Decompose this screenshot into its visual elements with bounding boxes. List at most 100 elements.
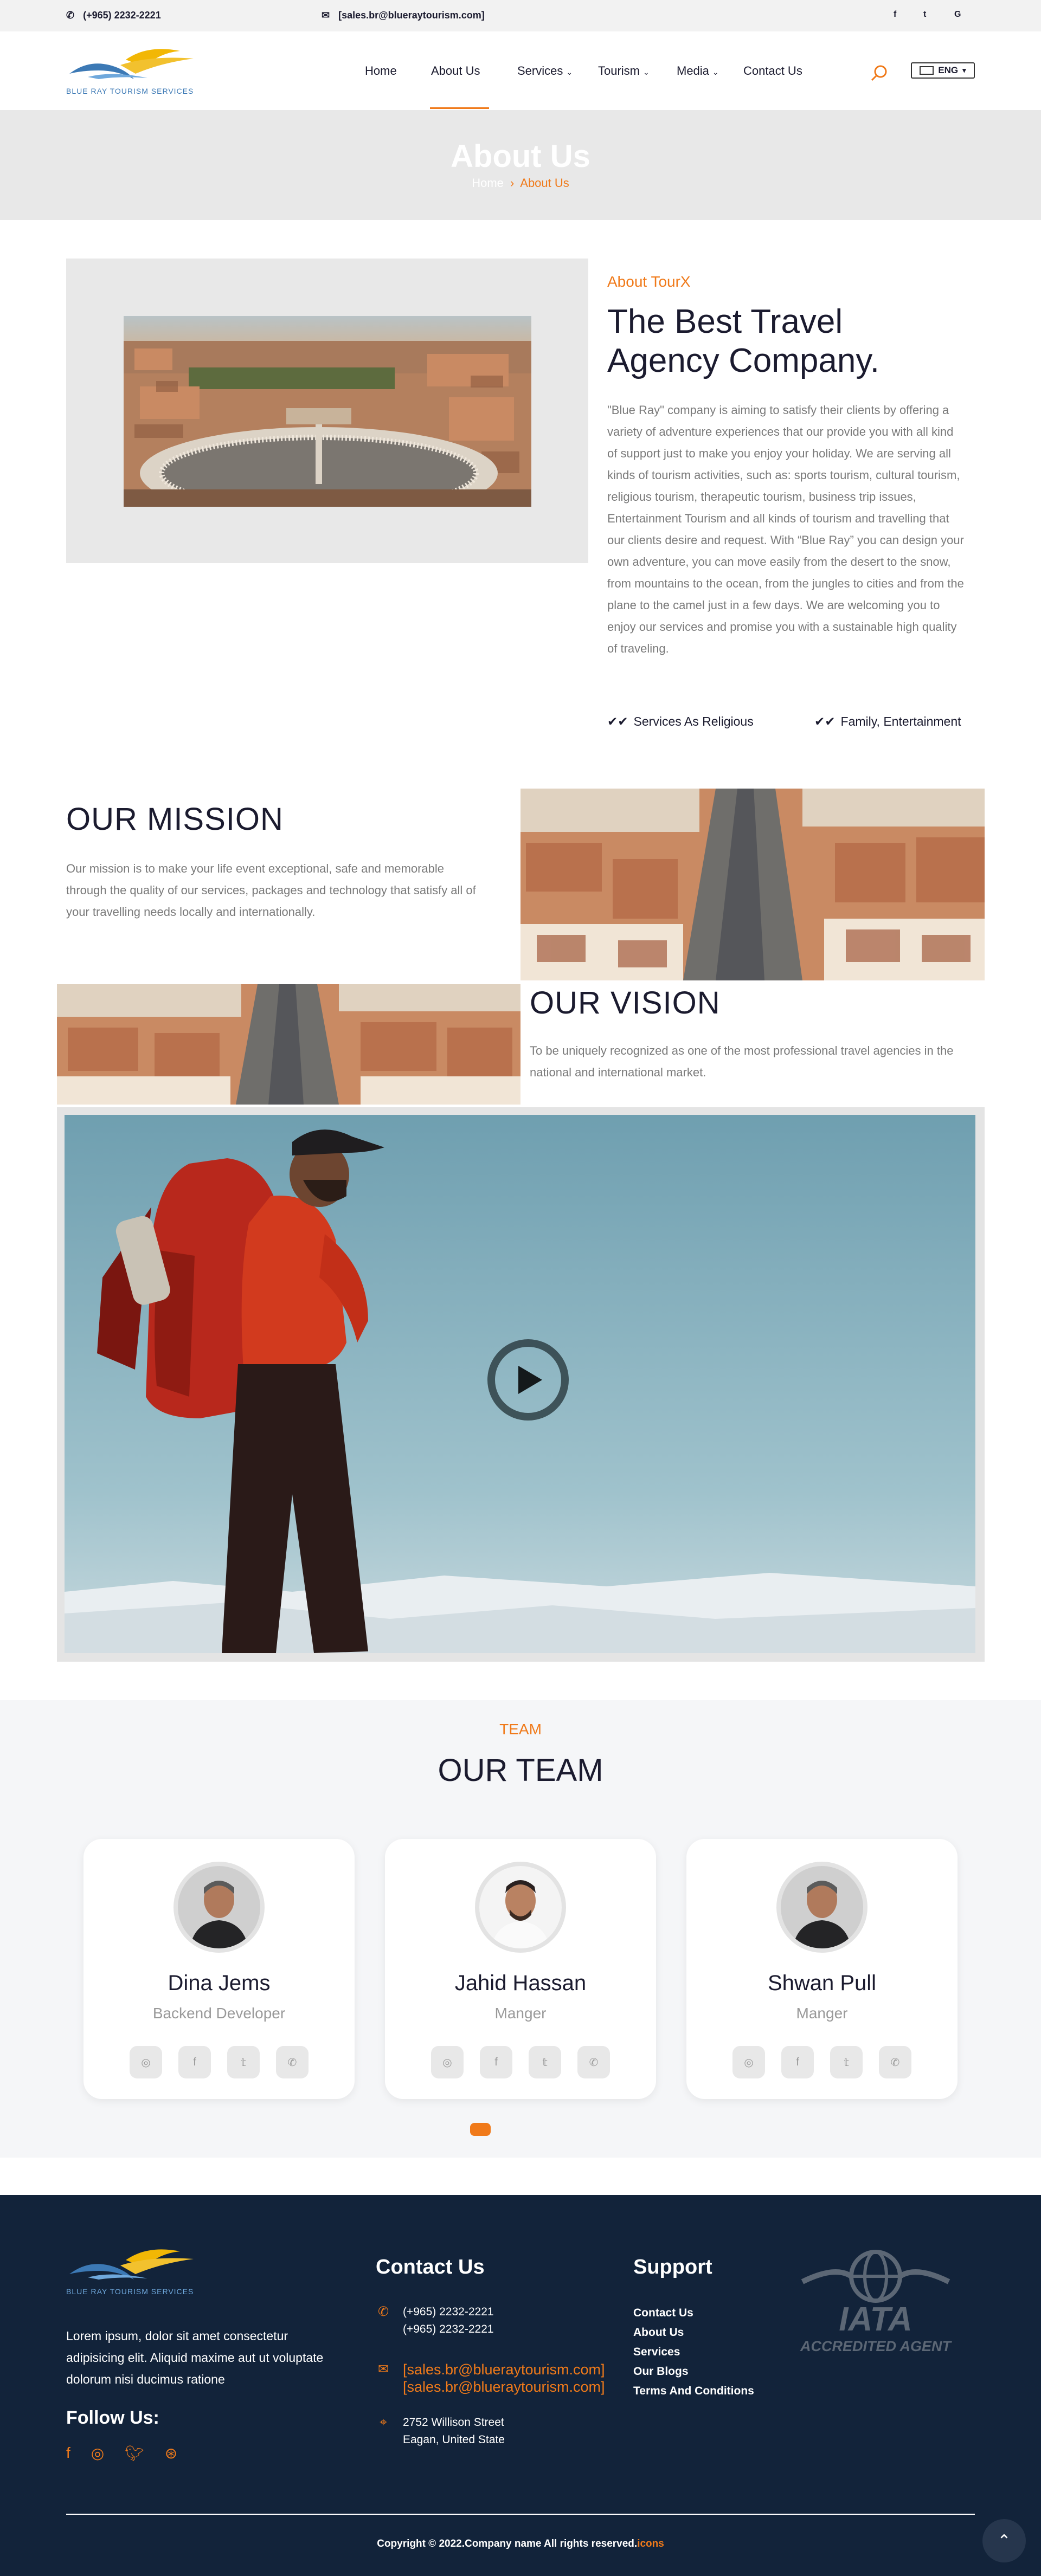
topbar-email[interactable]: ✉ [sales.br@blueraytourism.com] (322, 10, 485, 21)
double-check-icon: ✔✔ (607, 714, 628, 728)
topbar-email-text: [sales.br@blueraytourism.com] (338, 10, 485, 21)
contact-address-1: 2752 Willison Street (403, 2416, 504, 2429)
breadcrumb-home[interactable]: Home (472, 176, 504, 190)
vision-title: OUR VISION (530, 985, 721, 1021)
twitter-icon[interactable]: 𝕥 (227, 2046, 260, 2078)
instagram-icon[interactable]: ◎ (732, 2046, 765, 2078)
facebook-icon[interactable]: f (66, 2444, 70, 2462)
facebook-icon[interactable]: f (178, 2046, 211, 2078)
team-card: Shwan Pull Manger ◎ f 𝕥 ✆ (686, 1839, 958, 2099)
iata-subtitle: ACCREDITED AGENT (800, 2338, 951, 2354)
nav-tourism-label: Tourism (598, 64, 640, 78)
contact-phone-2[interactable]: (+965) 2232-2221 (403, 2321, 494, 2338)
feature-label: Services As Religious (633, 714, 754, 728)
logo-text: BLUE RAY TOURISM SERVICES (66, 87, 194, 95)
footer-about-text: Lorem ipsum, dolor sit amet consectetur … (66, 2329, 324, 2386)
page-banner: About Us Home › About Us (0, 110, 1041, 220)
support-link-contact-us[interactable]: Contact Us (633, 2303, 754, 2323)
footer-logo[interactable]: BLUE RAY TOURISM SERVICES (66, 2244, 213, 2303)
topbar-phone-text: (+965) 2232-2221 (83, 10, 161, 21)
whatsapp-icon[interactable]: ✆ (879, 2046, 911, 2078)
contact-address: ⌖ 2752 Willison Street Eagan, United Sta… (376, 2414, 505, 2449)
topbar-phone[interactable]: ✆ (+965) 2232-2221 (66, 10, 161, 21)
team-tag: TEAM (499, 1721, 542, 1738)
twitter-icon[interactable]: t (923, 10, 926, 20)
play-button[interactable] (487, 1339, 569, 1421)
instagram-icon[interactable]: ◎ (130, 2046, 162, 2078)
logo[interactable]: BLUE RAY TOURISM SERVICES (66, 43, 213, 98)
support-link-our-blogs[interactable]: Our Blogs (633, 2362, 754, 2381)
nav-media[interactable]: Media ⌄ (677, 64, 719, 78)
twitter-icon[interactable]: 🐦︎ (125, 2444, 144, 2462)
mail-icon: ✉ (377, 2362, 389, 2377)
header: BLUE RAY TOURISM SERVICES Home About Us … (0, 31, 1041, 110)
facebook-icon[interactable]: f (781, 2046, 814, 2078)
location-pin-icon: ⌖ (380, 2415, 387, 2430)
carousel-dot-active[interactable] (470, 2123, 491, 2136)
chevron-down-icon: ⌄ (566, 68, 573, 76)
whatsapp-icon[interactable]: ✆ (577, 2046, 610, 2078)
nav-about-us[interactable]: About Us (431, 64, 480, 78)
video-frame (57, 1107, 985, 1662)
facebook-icon[interactable]: f (894, 10, 896, 20)
contact-email: ✉ [sales.br@blueraytourism.com] [sales.b… (376, 2361, 605, 2396)
team-card: Dina Jems Backend Developer ◎ f 𝕥 ✆ (83, 1839, 355, 2099)
logo-text: BLUE RAY TOURISM SERVICES (66, 2287, 194, 2296)
language-select[interactable]: ENG ▾ (911, 62, 975, 79)
mission-text: Our mission is to make your life event e… (66, 862, 476, 919)
search-icon[interactable] (870, 64, 888, 82)
nav-active-indicator (430, 107, 489, 109)
globe-icon (801, 2250, 950, 2303)
nav-home[interactable]: Home (365, 64, 397, 78)
language-label: ENG (938, 65, 959, 75)
avatar (776, 1862, 868, 1953)
chevron-down-icon: ⌄ (712, 68, 719, 76)
vision-city-photo (57, 984, 520, 1105)
support-title: Support (633, 2256, 712, 2278)
contact-email-2[interactable]: [sales.br@blueraytourism.com] (403, 2378, 605, 2396)
follow-us-title: Follow Us: (66, 2407, 159, 2428)
member-socials: ◎ f 𝕥 ✆ (385, 2046, 656, 2078)
copyright-link[interactable]: icons (637, 2538, 664, 2549)
about-description: "Blue Ray" company is aiming to satisfy … (607, 403, 964, 655)
member-role: Manger (796, 2005, 848, 2022)
breadcrumb-current: About Us (520, 176, 569, 190)
about-tag: About TourX (607, 273, 691, 290)
iata-title: IATA (839, 2301, 913, 2338)
facebook-icon[interactable]: f (480, 2046, 512, 2078)
nav-services[interactable]: Services ⌄ (517, 64, 573, 78)
footer-divider (66, 2514, 975, 2515)
video-thumbnail[interactable] (65, 1115, 975, 1653)
page-title: About Us (451, 139, 590, 174)
contact-email-1[interactable]: [sales.br@blueraytourism.com] (403, 2361, 605, 2378)
mail-icon: ✉ (322, 10, 330, 21)
feature-family: ✔✔ Family, Entertainment (814, 714, 961, 729)
contact-phone: ✆ (+965) 2232-2221 (+965) 2232-2221 (376, 2303, 494, 2338)
copyright-text: Copyright © 2022.Company name All rights… (377, 2538, 638, 2549)
support-link-about-us[interactable]: About Us (633, 2323, 754, 2342)
member-name: Dina Jems (168, 1971, 271, 1995)
instagram-icon[interactable]: ◎ (431, 2046, 464, 2078)
feature-label: Family, Entertainment (840, 714, 961, 728)
nav-contact-us[interactable]: Contact Us (743, 64, 802, 78)
nav-tourism[interactable]: Tourism ⌄ (598, 64, 650, 78)
dribbble-icon[interactable]: ⊛ (165, 2444, 177, 2462)
copyright: Copyright © 2022.Company name All rights… (0, 2538, 1041, 2550)
google-icon[interactable]: G (954, 10, 961, 20)
avatar (174, 1862, 265, 1953)
whatsapp-icon[interactable]: ✆ (276, 2046, 309, 2078)
chevron-down-icon: ▾ (962, 66, 966, 74)
twitter-icon[interactable]: 𝕥 (529, 2046, 561, 2078)
scroll-to-top-button[interactable]: ⌃ (982, 2519, 1026, 2562)
phone-icon: ✆ (377, 2304, 389, 2319)
breadcrumb: Home › About Us (0, 176, 1041, 190)
chevron-up-icon: ⌃ (997, 2532, 1011, 2550)
team-title: OUR TEAM (438, 1753, 603, 1788)
twitter-icon[interactable]: 𝕥 (830, 2046, 863, 2078)
about-image-frame (66, 259, 588, 563)
instagram-icon[interactable]: ◎ (91, 2444, 104, 2462)
support-link-services[interactable]: Services (633, 2342, 754, 2362)
contact-phone-1[interactable]: (+965) 2232-2221 (403, 2303, 494, 2321)
footer: BLUE RAY TOURISM SERVICES Lorem ipsum, d… (0, 2195, 1041, 2576)
support-link-terms[interactable]: Terms And Conditions (633, 2381, 754, 2401)
